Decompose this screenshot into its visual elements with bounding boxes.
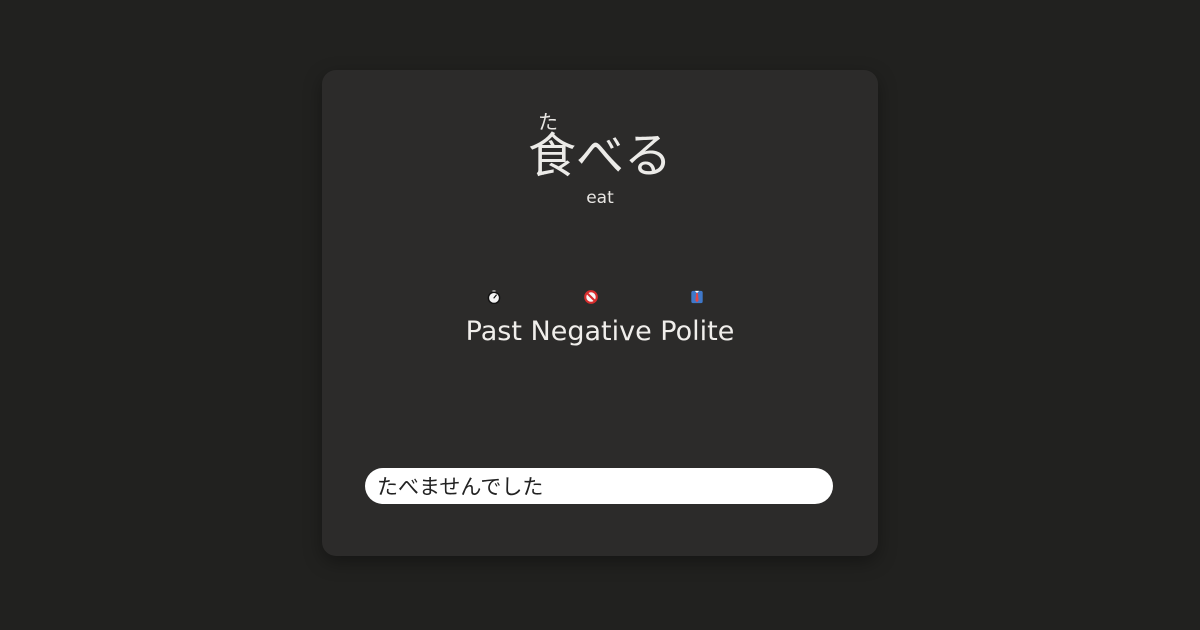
necktie-icon <box>691 290 703 304</box>
furigana-reading: た <box>537 110 558 134</box>
stopwatch-icon <box>487 290 501 304</box>
form-negative: Negative <box>531 290 652 347</box>
word-meaning: eat <box>586 188 614 208</box>
form-polite-label: Polite <box>660 316 735 347</box>
form-past-label: Past <box>465 316 522 347</box>
prohibited-icon <box>584 290 598 304</box>
word-with-reading: た 食べる <box>528 102 672 184</box>
form-polite: Polite <box>660 290 734 347</box>
answer-input[interactable] <box>365 468 833 504</box>
conjugation-form: Past Negative Polite <box>322 290 878 347</box>
quiz-card: た 食べる eat Past Negative Polite たべませんでした <box>322 70 878 556</box>
form-negative-label: Negative <box>530 316 652 347</box>
form-past: Past <box>466 290 522 347</box>
word-block: た 食べる <box>322 102 878 184</box>
